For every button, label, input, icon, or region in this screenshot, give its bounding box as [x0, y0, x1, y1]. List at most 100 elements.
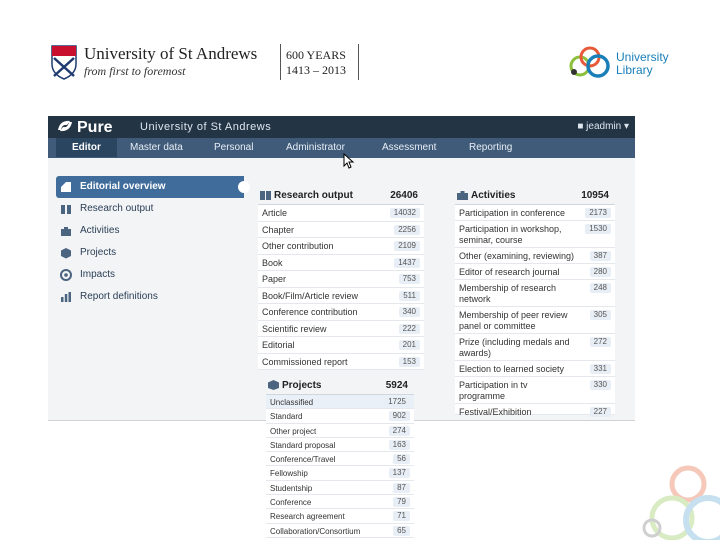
- sidebar-item-impacts[interactable]: Impacts: [56, 264, 244, 286]
- sidebar-item-label: Research output: [80, 203, 154, 214]
- table-row[interactable]: Other project 274: [266, 423, 414, 438]
- row-count-badge: 1725: [384, 397, 410, 407]
- table-row[interactable]: Research agreement 71: [266, 509, 414, 524]
- sidebar-item-label: Activities: [80, 225, 120, 236]
- table-row[interactable]: Other (examining, reviewing) 387: [455, 248, 615, 264]
- user-icon: ■: [577, 121, 584, 132]
- table-row[interactable]: Election to learned society 331: [455, 361, 615, 377]
- activities-header[interactable]: Activities 10954: [455, 185, 615, 205]
- row-label: Collaboration/Consortium: [270, 526, 361, 536]
- table-row[interactable]: Other contribution 2109: [258, 238, 424, 255]
- row-count-badge: 79: [393, 497, 410, 508]
- table-row[interactable]: Editor of research journal 280: [455, 264, 615, 280]
- briefcase-icon: [61, 227, 71, 236]
- app-organisation: University of St Andrews: [140, 121, 272, 133]
- table-row[interactable]: Paper 753: [258, 271, 424, 288]
- row-count-badge: 1530: [585, 224, 611, 234]
- table-row[interactable]: Collaboration/Consortium 65: [266, 523, 414, 538]
- table-row[interactable]: Book/Film/Article review 511: [258, 287, 424, 304]
- row-count-badge: 222: [398, 323, 420, 334]
- main-nav: Editor Master data Personal Administrato…: [48, 138, 635, 158]
- projects-panel: Projects 5924 Unclassified 1725 Standard 90…: [266, 375, 414, 538]
- row-label: Participation in tv programme: [459, 380, 528, 401]
- row-count-badge: 153: [398, 356, 420, 367]
- table-row[interactable]: Chapter 2256: [258, 221, 424, 238]
- research-output-panel: Research output 26406 Article 14032 Chapte…: [258, 185, 424, 370]
- row-count-badge: 248: [589, 283, 611, 293]
- row-count-badge: 387: [589, 251, 611, 261]
- table-row[interactable]: Standard 902: [266, 409, 414, 424]
- table-row[interactable]: Standard proposal 163: [266, 437, 414, 453]
- row-count-badge: 227: [589, 407, 611, 417]
- briefcase-icon: [457, 191, 468, 200]
- row-count-badge: 330: [589, 380, 611, 390]
- tab-assessment[interactable]: Assessment: [382, 142, 436, 153]
- row-count-badge: 511: [399, 290, 420, 301]
- table-row[interactable]: Scientific review 222: [258, 320, 424, 337]
- table-row[interactable]: Conference/Travel 56: [266, 452, 414, 467]
- sidebar-item-editorial-overview[interactable]: Editorial overview: [56, 176, 250, 198]
- table-row[interactable]: Article 14032: [258, 205, 424, 222]
- row-count-badge: 65: [393, 525, 410, 536]
- pure-logo[interactable]: Pure: [56, 118, 113, 137]
- research-output-header[interactable]: Research output 26406: [258, 185, 424, 205]
- table-row[interactable]: Unclassified 1725: [266, 395, 414, 410]
- research-output-rows: Article 14032 Chapter 2256 Other contributio…: [258, 205, 424, 370]
- row-count-badge: 14032: [389, 208, 420, 218]
- row-label: Other project: [270, 426, 317, 436]
- sidebar-item-activities[interactable]: Activities: [56, 220, 244, 242]
- activities-total: 10954: [581, 190, 609, 201]
- library-logo-icon: [569, 46, 610, 78]
- university-tagline: from first to foremost: [84, 64, 186, 78]
- table-row[interactable]: Conference 79: [266, 495, 414, 510]
- table-row[interactable]: Commissioned report 153: [258, 353, 424, 370]
- sidebar-item-research-output[interactable]: Research output: [56, 198, 244, 220]
- user-menu[interactable]: ■ jeadmin ▾: [577, 121, 629, 132]
- decorative-circles-icon: [642, 465, 720, 540]
- row-label: Article: [262, 208, 288, 218]
- sidebar-item-report-definitions[interactable]: Report definitions: [56, 286, 244, 308]
- table-row[interactable]: Editorial 201: [258, 337, 424, 354]
- row-label: Conference: [270, 498, 312, 508]
- table-row[interactable]: Book 1437: [258, 254, 424, 271]
- row-label: Election to learned society: [459, 364, 565, 374]
- row-label: Unclassified: [270, 398, 314, 407]
- table-row[interactable]: Participation in tv programme 330: [455, 377, 615, 404]
- row-label: Other contribution: [262, 241, 334, 251]
- tab-reporting[interactable]: Reporting: [469, 142, 512, 153]
- table-row[interactable]: Membership of peer review panel or commi…: [455, 307, 615, 334]
- row-count-badge: 163: [388, 439, 410, 450]
- anniversary-badge: 600 YEARS 1413 – 2013: [286, 48, 346, 78]
- row-label: Research agreement: [270, 512, 345, 522]
- box-icon: [268, 380, 279, 390]
- table-row[interactable]: Prize (including medals and awards) 272: [455, 334, 615, 361]
- table-row[interactable]: Conference contribution 340: [258, 304, 424, 321]
- chevron-down-icon: ▾: [623, 121, 629, 132]
- tab-master-data[interactable]: Master data: [130, 142, 183, 153]
- research-output-title: Research output: [274, 190, 353, 201]
- projects-header[interactable]: Projects 5924: [266, 375, 414, 395]
- sidebar-item-projects[interactable]: Projects: [56, 242, 244, 264]
- anniversary-line-2: 1413 – 2013: [286, 63, 346, 77]
- row-label: Fellowship: [270, 469, 308, 479]
- table-row[interactable]: Studentship 87: [266, 480, 414, 496]
- activities-title: Activities: [471, 190, 516, 201]
- row-label: Other (examining, reviewing): [459, 251, 575, 261]
- table-row[interactable]: Membership of research network 248: [455, 280, 615, 307]
- row-label: Paper: [262, 274, 287, 284]
- row-label: Book: [262, 257, 283, 268]
- row-count-badge: 340: [398, 307, 420, 317]
- table-row[interactable]: Participation in conference 2173: [455, 205, 615, 221]
- table-row[interactable]: Participation in workshop, seminar, cour…: [455, 221, 615, 248]
- table-row[interactable]: Fellowship 137: [266, 466, 414, 481]
- row-count-badge: 274: [388, 425, 410, 436]
- mouse-cursor-icon: [343, 153, 355, 169]
- row-label: Membership of research network: [459, 283, 557, 304]
- row-count-badge: 87: [393, 482, 410, 493]
- tab-editor[interactable]: Editor: [56, 138, 117, 157]
- row-count-badge: 2173: [585, 208, 611, 218]
- tab-administrator[interactable]: Administrator: [286, 142, 345, 153]
- tab-personal[interactable]: Personal: [214, 142, 253, 153]
- table-row[interactable]: Festival/Exhibition 227: [455, 404, 615, 417]
- library-logo-text: University Library: [616, 51, 669, 77]
